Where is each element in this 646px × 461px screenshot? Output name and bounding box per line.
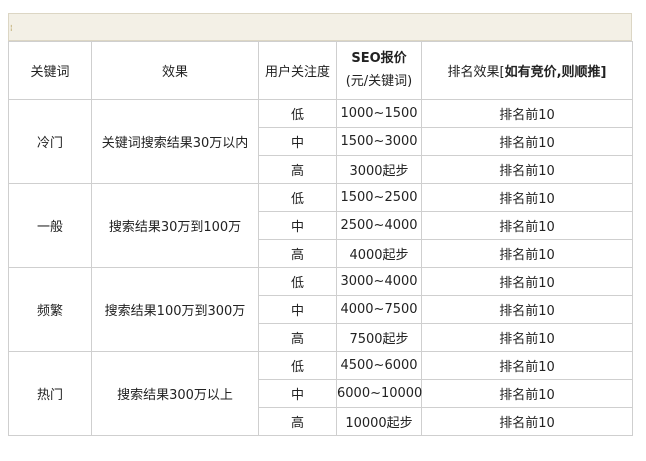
rank-cell: 排名前10 bbox=[421, 267, 633, 296]
attention-level-cell: 高 bbox=[258, 323, 337, 352]
table-row: 频繁 搜索结果100万到300万低 3000~4000 排名前10 bbox=[8, 267, 633, 352]
effect-cell: 搜索结果30万到100万 bbox=[91, 183, 259, 268]
category-cell: 热门 bbox=[8, 351, 92, 436]
attention-level-cell: 低 bbox=[258, 183, 337, 212]
attention-level-cell: 高 bbox=[258, 239, 337, 268]
attention-level-cell: 高 bbox=[258, 155, 337, 184]
header-effect: 效果 bbox=[91, 41, 259, 100]
table-header-row: 关键词 效果 用户关注度 SEO报价 (元/关键词) 排名效果[如有竞价,则顺推… bbox=[8, 41, 633, 100]
attention-level-cell: 中 bbox=[258, 379, 337, 408]
header-attention: 用户关注度 bbox=[258, 41, 337, 100]
rank-cell: 排名前10 bbox=[421, 127, 633, 156]
table-row: 一般 搜索结果30万到100万低 1500~2500 排名前10 bbox=[8, 183, 633, 268]
header-price-unit: (元/关键词) bbox=[345, 73, 413, 89]
header-rank: 排名效果[如有竞价,则顺推] bbox=[421, 41, 633, 100]
table-caption-bar: ¦ bbox=[8, 13, 632, 41]
effect-cell: 搜索结果100万到300万 bbox=[91, 267, 259, 352]
header-rank-suffix: ] bbox=[600, 65, 607, 80]
rank-cell: 排名前10 bbox=[421, 183, 633, 212]
attention-level-cell: 中 bbox=[258, 127, 337, 156]
header-keyword: 关键词 bbox=[8, 41, 92, 100]
effect-cell: 搜索结果300万以上 bbox=[91, 351, 259, 436]
price-cell: 2500~4000 bbox=[336, 211, 422, 240]
price-cell: 1000~1500 bbox=[336, 99, 422, 128]
category-cell: 一般 bbox=[8, 183, 92, 268]
header-price: SEO报价 (元/关键词) bbox=[336, 41, 422, 100]
table-row: 冷门 关键词搜索结果30万以内低 1000~1500 排名前10 bbox=[8, 99, 633, 184]
effect-cell: 关键词搜索结果30万以内 bbox=[91, 99, 259, 184]
attention-level-cell: 高 bbox=[258, 407, 337, 436]
attention-level-cell: 低 bbox=[258, 267, 337, 296]
seo-pricing-table: 关键词 效果 用户关注度 SEO报价 (元/关键词) 排名效果[如有竞价,则顺推… bbox=[8, 41, 633, 436]
price-cell: 3000~4000 bbox=[336, 267, 422, 296]
rank-cell: 排名前10 bbox=[421, 379, 633, 408]
price-cell: 4000起步 bbox=[336, 239, 422, 268]
attention-level-cell: 低 bbox=[258, 99, 337, 128]
rank-cell: 排名前10 bbox=[421, 211, 633, 240]
rank-cell: 排名前10 bbox=[421, 155, 633, 184]
header-price-title: SEO报价 bbox=[351, 50, 407, 66]
price-cell: 6000~10000 bbox=[336, 379, 422, 408]
header-rank-note: 如有竞价,则顺推 bbox=[504, 65, 601, 80]
price-cell: 10000起步 bbox=[336, 407, 422, 436]
price-cell: 3000起步 bbox=[336, 155, 422, 184]
attention-level-cell: 低 bbox=[258, 351, 337, 380]
rank-cell: 排名前10 bbox=[421, 239, 633, 268]
rank-cell: 排名前10 bbox=[421, 295, 633, 324]
price-cell: 4500~6000 bbox=[336, 351, 422, 380]
price-cell: 4000~7500 bbox=[336, 295, 422, 324]
price-cell: 7500起步 bbox=[336, 323, 422, 352]
attention-level-cell: 中 bbox=[258, 295, 337, 324]
rank-cell: 排名前10 bbox=[421, 407, 633, 436]
header-rank-prefix: 排名效果[ bbox=[447, 65, 505, 80]
category-cell: 冷门 bbox=[8, 99, 92, 184]
caption-marker: ¦ bbox=[10, 24, 13, 32]
attention-level-cell: 中 bbox=[258, 211, 337, 240]
rank-cell: 排名前10 bbox=[421, 323, 633, 352]
table-row: 热门 搜索结果300万以上低 4500~6000 排名前10 bbox=[8, 351, 633, 436]
price-cell: 1500~3000 bbox=[336, 127, 422, 156]
category-cell: 频繁 bbox=[8, 267, 92, 352]
rank-cell: 排名前10 bbox=[421, 351, 633, 380]
price-cell: 1500~2500 bbox=[336, 183, 422, 212]
rank-cell: 排名前10 bbox=[421, 99, 633, 128]
